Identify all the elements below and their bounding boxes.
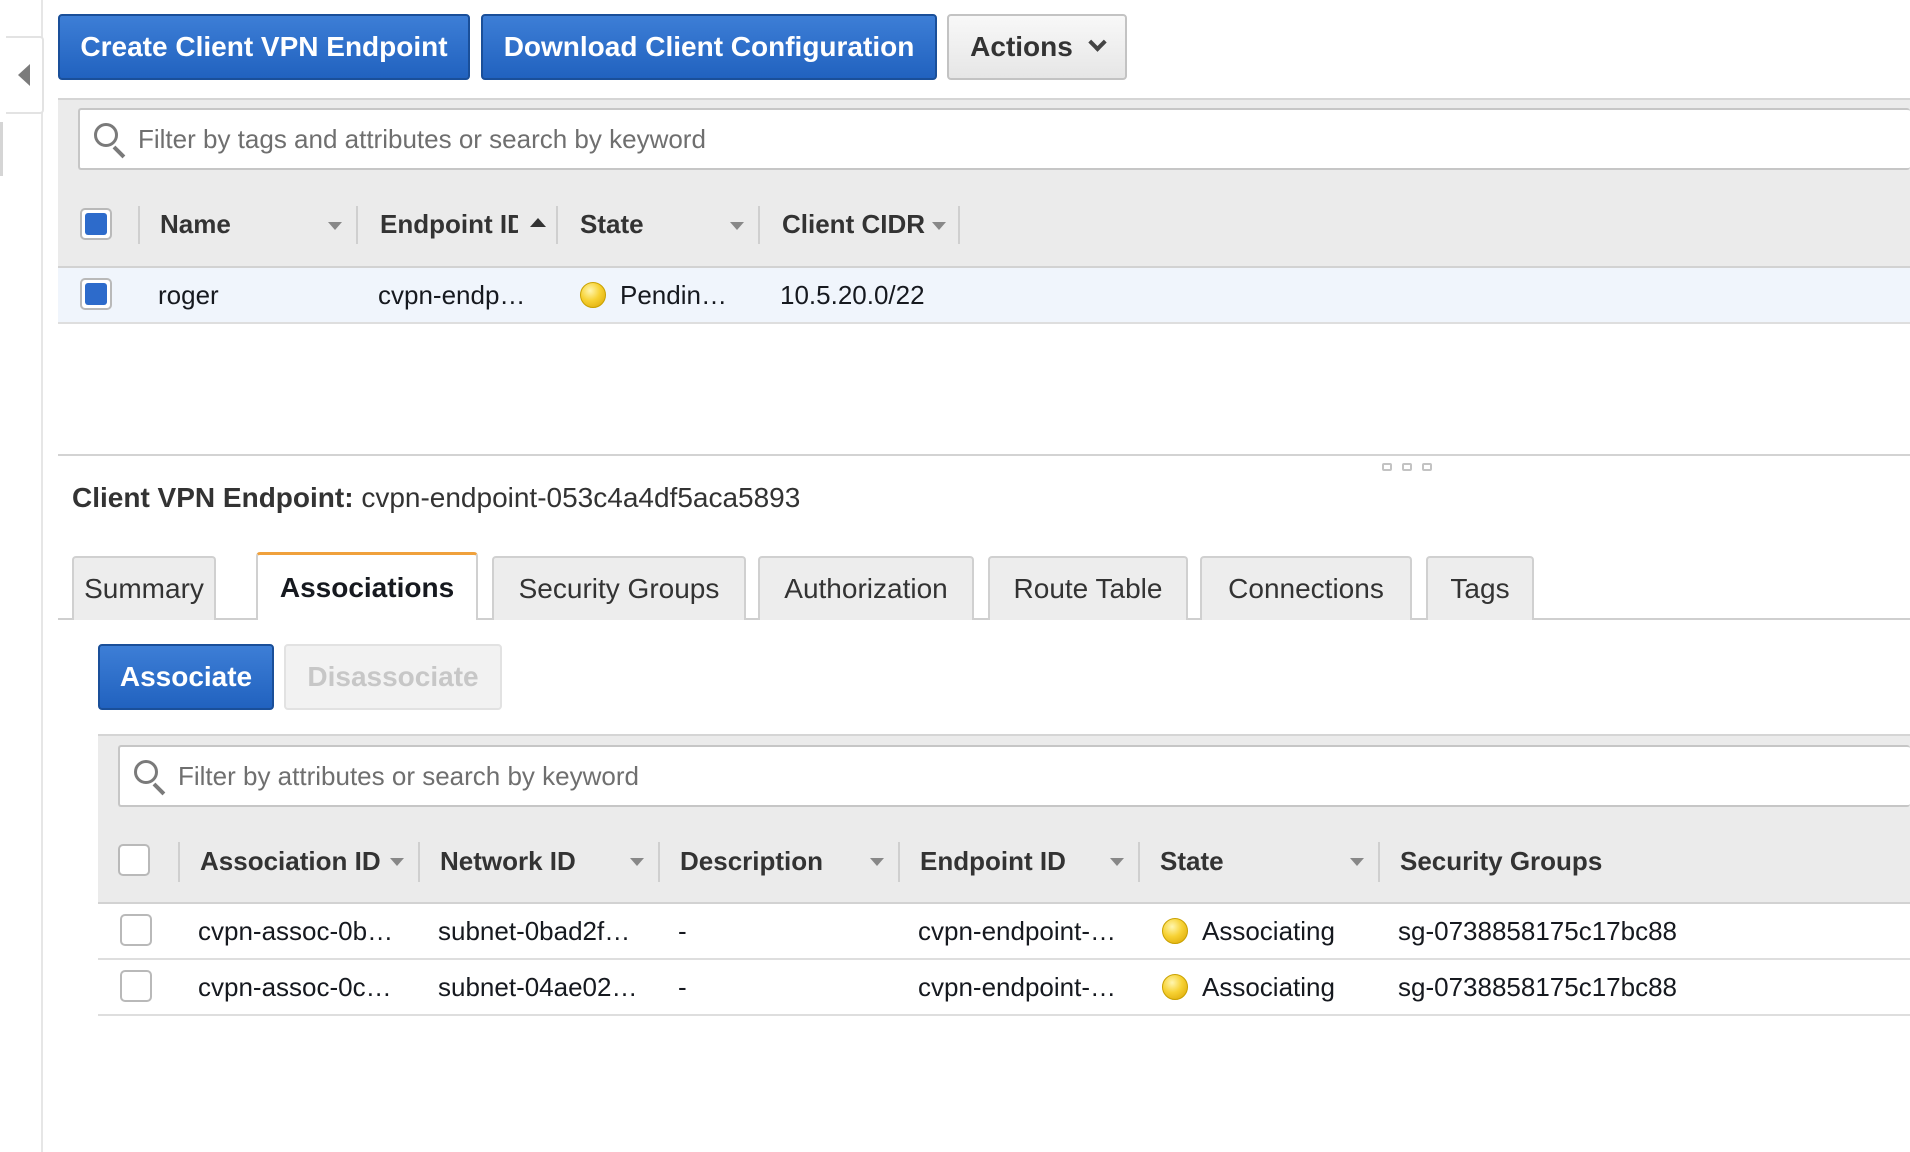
associations-table-header: Association ID Network ID Description En… xyxy=(98,820,1910,904)
resize-handle-icon[interactable] xyxy=(1402,463,1412,471)
endpoint-state: Pendin… xyxy=(580,268,727,322)
associations-filter xyxy=(118,745,1910,807)
column-separator xyxy=(658,842,660,882)
tab-route-table[interactable]: Route Table xyxy=(988,556,1188,620)
rail-indicator xyxy=(0,122,3,176)
sort-icon[interactable] xyxy=(932,222,946,230)
endpoint-id: cvpn-endpoint-… xyxy=(918,915,1116,946)
endpoint-client-cidr: 10.5.20.0/22 xyxy=(780,279,925,310)
network-id: subnet-0bad2f… xyxy=(438,915,631,946)
search-icon xyxy=(132,758,168,796)
pending-status-icon xyxy=(580,282,606,308)
select-all-endpoints-checkbox[interactable] xyxy=(80,208,112,240)
column-header-state[interactable]: State xyxy=(580,182,644,266)
tab-connections[interactable]: Connections xyxy=(1200,556,1412,620)
create-client-vpn-endpoint-button[interactable]: Create Client VPN Endpoint xyxy=(58,14,470,80)
left-rail xyxy=(0,0,44,1152)
resize-handle-icon[interactable] xyxy=(1422,463,1432,471)
association-id: cvpn-assoc-0b… xyxy=(198,915,394,946)
network-id: subnet-04ae02… xyxy=(438,971,638,1002)
column-separator xyxy=(1378,842,1380,882)
endpoints-table-header: Name Endpoint ID State Client CIDR xyxy=(58,182,1910,268)
row-checkbox[interactable] xyxy=(120,970,152,1002)
description: - xyxy=(678,971,687,1002)
column-header-client-cidr[interactable]: Client CIDR xyxy=(782,182,925,266)
column-separator xyxy=(958,206,960,244)
search-icon xyxy=(92,121,128,159)
column-separator xyxy=(1138,842,1140,882)
sort-icon[interactable] xyxy=(630,858,644,866)
column-header-network-id[interactable]: Network ID xyxy=(440,820,576,902)
tab-authorization[interactable]: Authorization xyxy=(758,556,974,620)
sort-icon[interactable] xyxy=(730,222,744,230)
endpoints-search-input[interactable] xyxy=(138,110,1910,168)
resize-handle-icon[interactable] xyxy=(1382,463,1392,471)
description: - xyxy=(678,915,687,946)
sort-icon[interactable] xyxy=(328,222,342,230)
sort-ascending-icon[interactable] xyxy=(530,218,546,227)
tab-security-groups[interactable]: Security Groups xyxy=(492,556,746,620)
collapse-sidebar-button[interactable] xyxy=(6,36,44,114)
endpoint-id: cvpn-endp… xyxy=(378,279,526,310)
select-all-associations-checkbox[interactable] xyxy=(118,844,150,876)
column-header-description[interactable]: Description xyxy=(680,820,823,902)
chevron-down-icon xyxy=(1088,33,1107,52)
row-checkbox[interactable] xyxy=(120,914,152,946)
disassociate-button: Disassociate xyxy=(284,644,502,710)
chevron-left-icon xyxy=(18,64,30,86)
sort-icon[interactable] xyxy=(1350,858,1364,866)
column-separator xyxy=(418,842,420,882)
row-checkbox[interactable] xyxy=(80,278,112,310)
column-header-endpoint-id[interactable]: Endpoint ID xyxy=(380,182,518,266)
endpoint-id: cvpn-endpoint-… xyxy=(918,971,1116,1002)
column-header-association-id[interactable]: Association ID xyxy=(200,820,381,902)
actions-label: Actions xyxy=(970,31,1073,62)
sort-icon[interactable] xyxy=(870,858,884,866)
security-groups: sg-0738858175c17bc88 xyxy=(1398,971,1678,1002)
association-state: Associating xyxy=(1162,960,1335,1014)
sort-icon[interactable] xyxy=(390,858,404,866)
table-row[interactable]: roger cvpn-endp… Pendin… 10.5.20.0/22 xyxy=(58,268,1910,324)
tab-associations[interactable]: Associations xyxy=(256,552,478,620)
pending-status-icon xyxy=(1162,918,1188,944)
column-separator xyxy=(356,206,358,244)
column-header-endpoint-id[interactable]: Endpoint ID xyxy=(920,820,1066,902)
security-groups: sg-0738858175c17bc88 xyxy=(1398,915,1678,946)
associate-button[interactable]: Associate xyxy=(98,644,274,710)
column-header-state[interactable]: State xyxy=(1160,820,1224,902)
column-separator xyxy=(138,206,140,244)
download-client-configuration-button[interactable]: Download Client Configuration xyxy=(481,14,937,80)
endpoint-name: roger xyxy=(158,279,219,310)
pending-status-icon xyxy=(1162,974,1188,1000)
column-separator xyxy=(178,842,180,882)
table-row[interactable]: cvpn-assoc-0b… subnet-0bad2f… - cvpn-end… xyxy=(98,904,1910,960)
associations-search-input[interactable] xyxy=(178,747,1910,805)
pane-divider[interactable] xyxy=(58,454,1910,456)
tab-tags[interactable]: Tags xyxy=(1426,556,1534,620)
tab-summary[interactable]: Summary xyxy=(72,556,216,620)
actions-dropdown[interactable]: Actions xyxy=(947,14,1127,80)
column-header-name[interactable]: Name xyxy=(160,182,231,266)
endpoints-filter xyxy=(78,108,1910,170)
column-header-security-groups[interactable]: Security Groups xyxy=(1400,820,1602,902)
sort-icon[interactable] xyxy=(1110,858,1124,866)
column-separator xyxy=(898,842,900,882)
details-title: Client VPN Endpoint: cvpn-endpoint-053c4… xyxy=(72,482,800,514)
details-label: Client VPN Endpoint: xyxy=(72,482,354,513)
association-state: Associating xyxy=(1162,904,1335,958)
table-row[interactable]: cvpn-assoc-0c… subnet-04ae02… - cvpn-end… xyxy=(98,960,1910,1016)
association-id: cvpn-assoc-0c… xyxy=(198,971,392,1002)
column-separator xyxy=(556,206,558,244)
column-separator xyxy=(758,206,760,244)
details-endpoint-id: cvpn-endpoint-053c4a4df5aca5893 xyxy=(361,482,801,513)
